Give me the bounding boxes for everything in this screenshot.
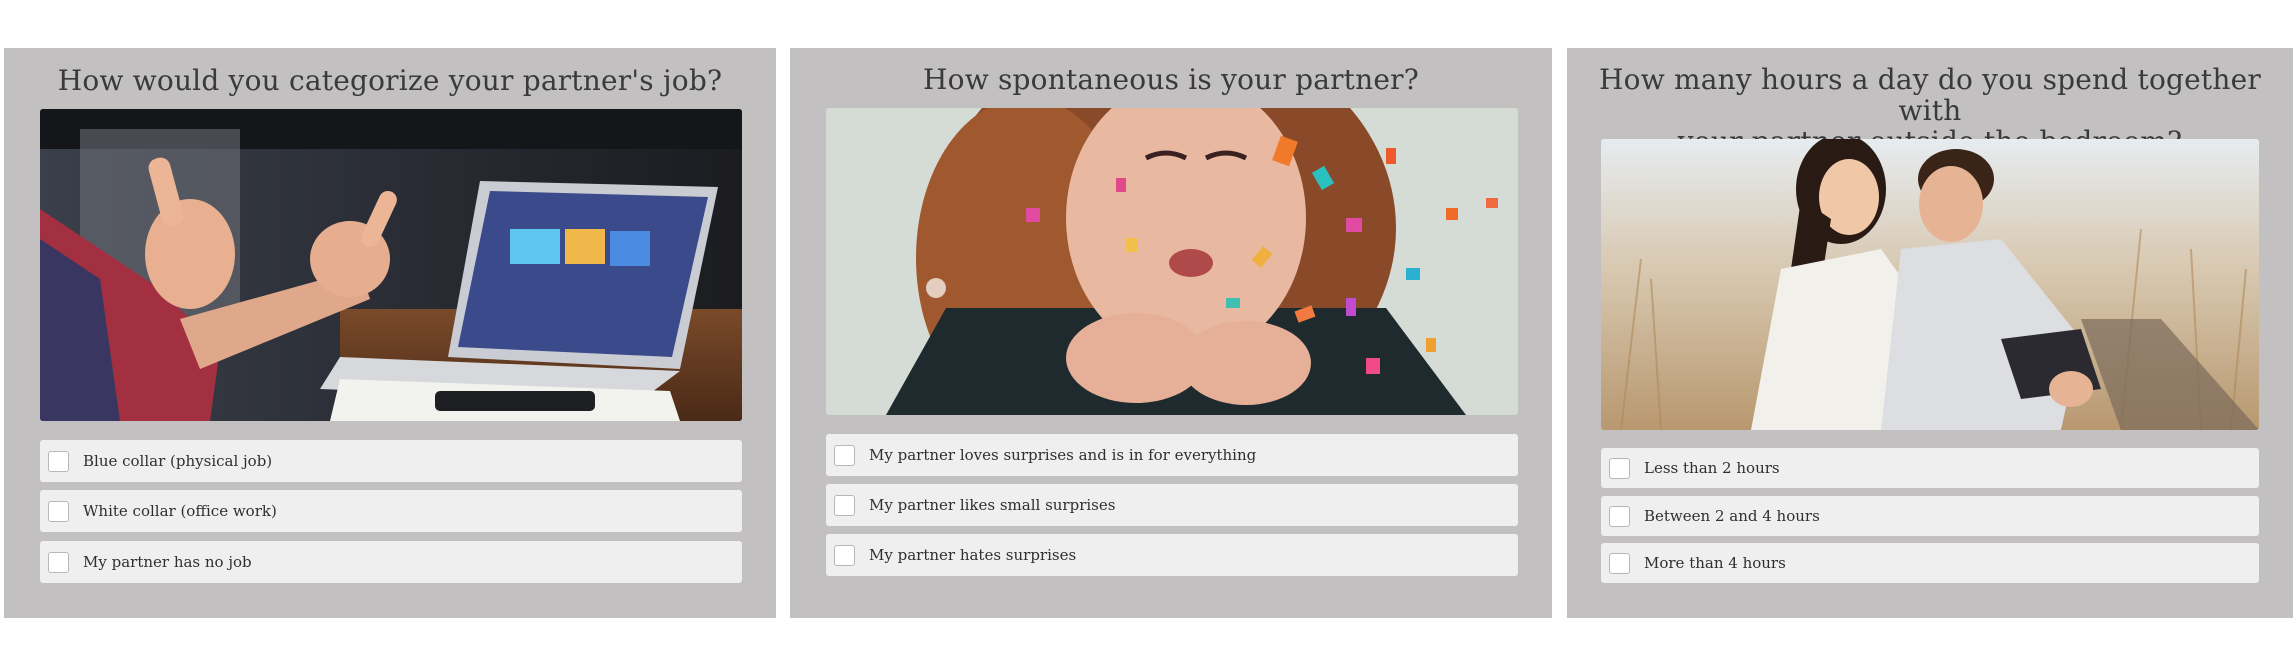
checkbox[interactable] bbox=[1609, 505, 1630, 527]
option-white-collar[interactable]: White collar (office work) bbox=[40, 490, 742, 532]
laughing-couple-photo bbox=[1601, 139, 2259, 430]
checkbox[interactable] bbox=[1609, 552, 1630, 574]
option-label: My partner hates surprises bbox=[869, 546, 1077, 564]
question-title-line1: How many hours a day do you spend togeth… bbox=[1599, 63, 2261, 127]
checkbox[interactable] bbox=[48, 450, 69, 472]
checkbox[interactable] bbox=[1609, 457, 1630, 479]
option-label: My partner loves surprises and is in for… bbox=[869, 446, 1257, 464]
option-label: Less than 2 hours bbox=[1644, 459, 1780, 477]
option-between-2-and-4-hours[interactable]: Between 2 and 4 hours bbox=[1601, 496, 2259, 536]
question-card-job: How would you categorize your partner's … bbox=[4, 48, 776, 618]
option-more-than-4-hours[interactable]: More than 4 hours bbox=[1601, 543, 2259, 583]
question-title: How would you categorize your partner's … bbox=[57, 64, 723, 97]
option-label: My partner has no job bbox=[83, 553, 252, 571]
option-label: More than 4 hours bbox=[1644, 554, 1786, 572]
checkbox[interactable] bbox=[834, 494, 855, 516]
option-label: Blue collar (physical job) bbox=[83, 452, 273, 470]
checkbox[interactable] bbox=[834, 544, 855, 566]
question-card-hours-together: How many hours a day do you spend togeth… bbox=[1567, 48, 2293, 618]
checkbox[interactable] bbox=[48, 500, 69, 522]
option-no-job[interactable]: My partner has no job bbox=[40, 541, 742, 583]
option-blue-collar[interactable]: Blue collar (physical job) bbox=[40, 440, 742, 482]
question-title: How spontaneous is your partner? bbox=[923, 63, 1419, 96]
question-card-spontaneous: How spontaneous is your partner? My part… bbox=[790, 48, 1552, 618]
checkbox[interactable] bbox=[48, 551, 69, 573]
checkbox[interactable] bbox=[834, 444, 855, 466]
option-likes-small-surprises[interactable]: My partner likes small surprises bbox=[826, 484, 1518, 526]
option-label: Between 2 and 4 hours bbox=[1644, 507, 1820, 525]
laptop-meeting-photo bbox=[40, 109, 742, 421]
option-label: My partner likes small surprises bbox=[869, 496, 1116, 514]
option-loves-surprises[interactable]: My partner loves surprises and is in for… bbox=[826, 434, 1518, 476]
option-label: White collar (office work) bbox=[83, 502, 277, 520]
option-less-than-2-hours[interactable]: Less than 2 hours bbox=[1601, 448, 2259, 488]
option-hates-surprises[interactable]: My partner hates surprises bbox=[826, 534, 1518, 576]
confetti-blowing-photo bbox=[826, 108, 1518, 415]
